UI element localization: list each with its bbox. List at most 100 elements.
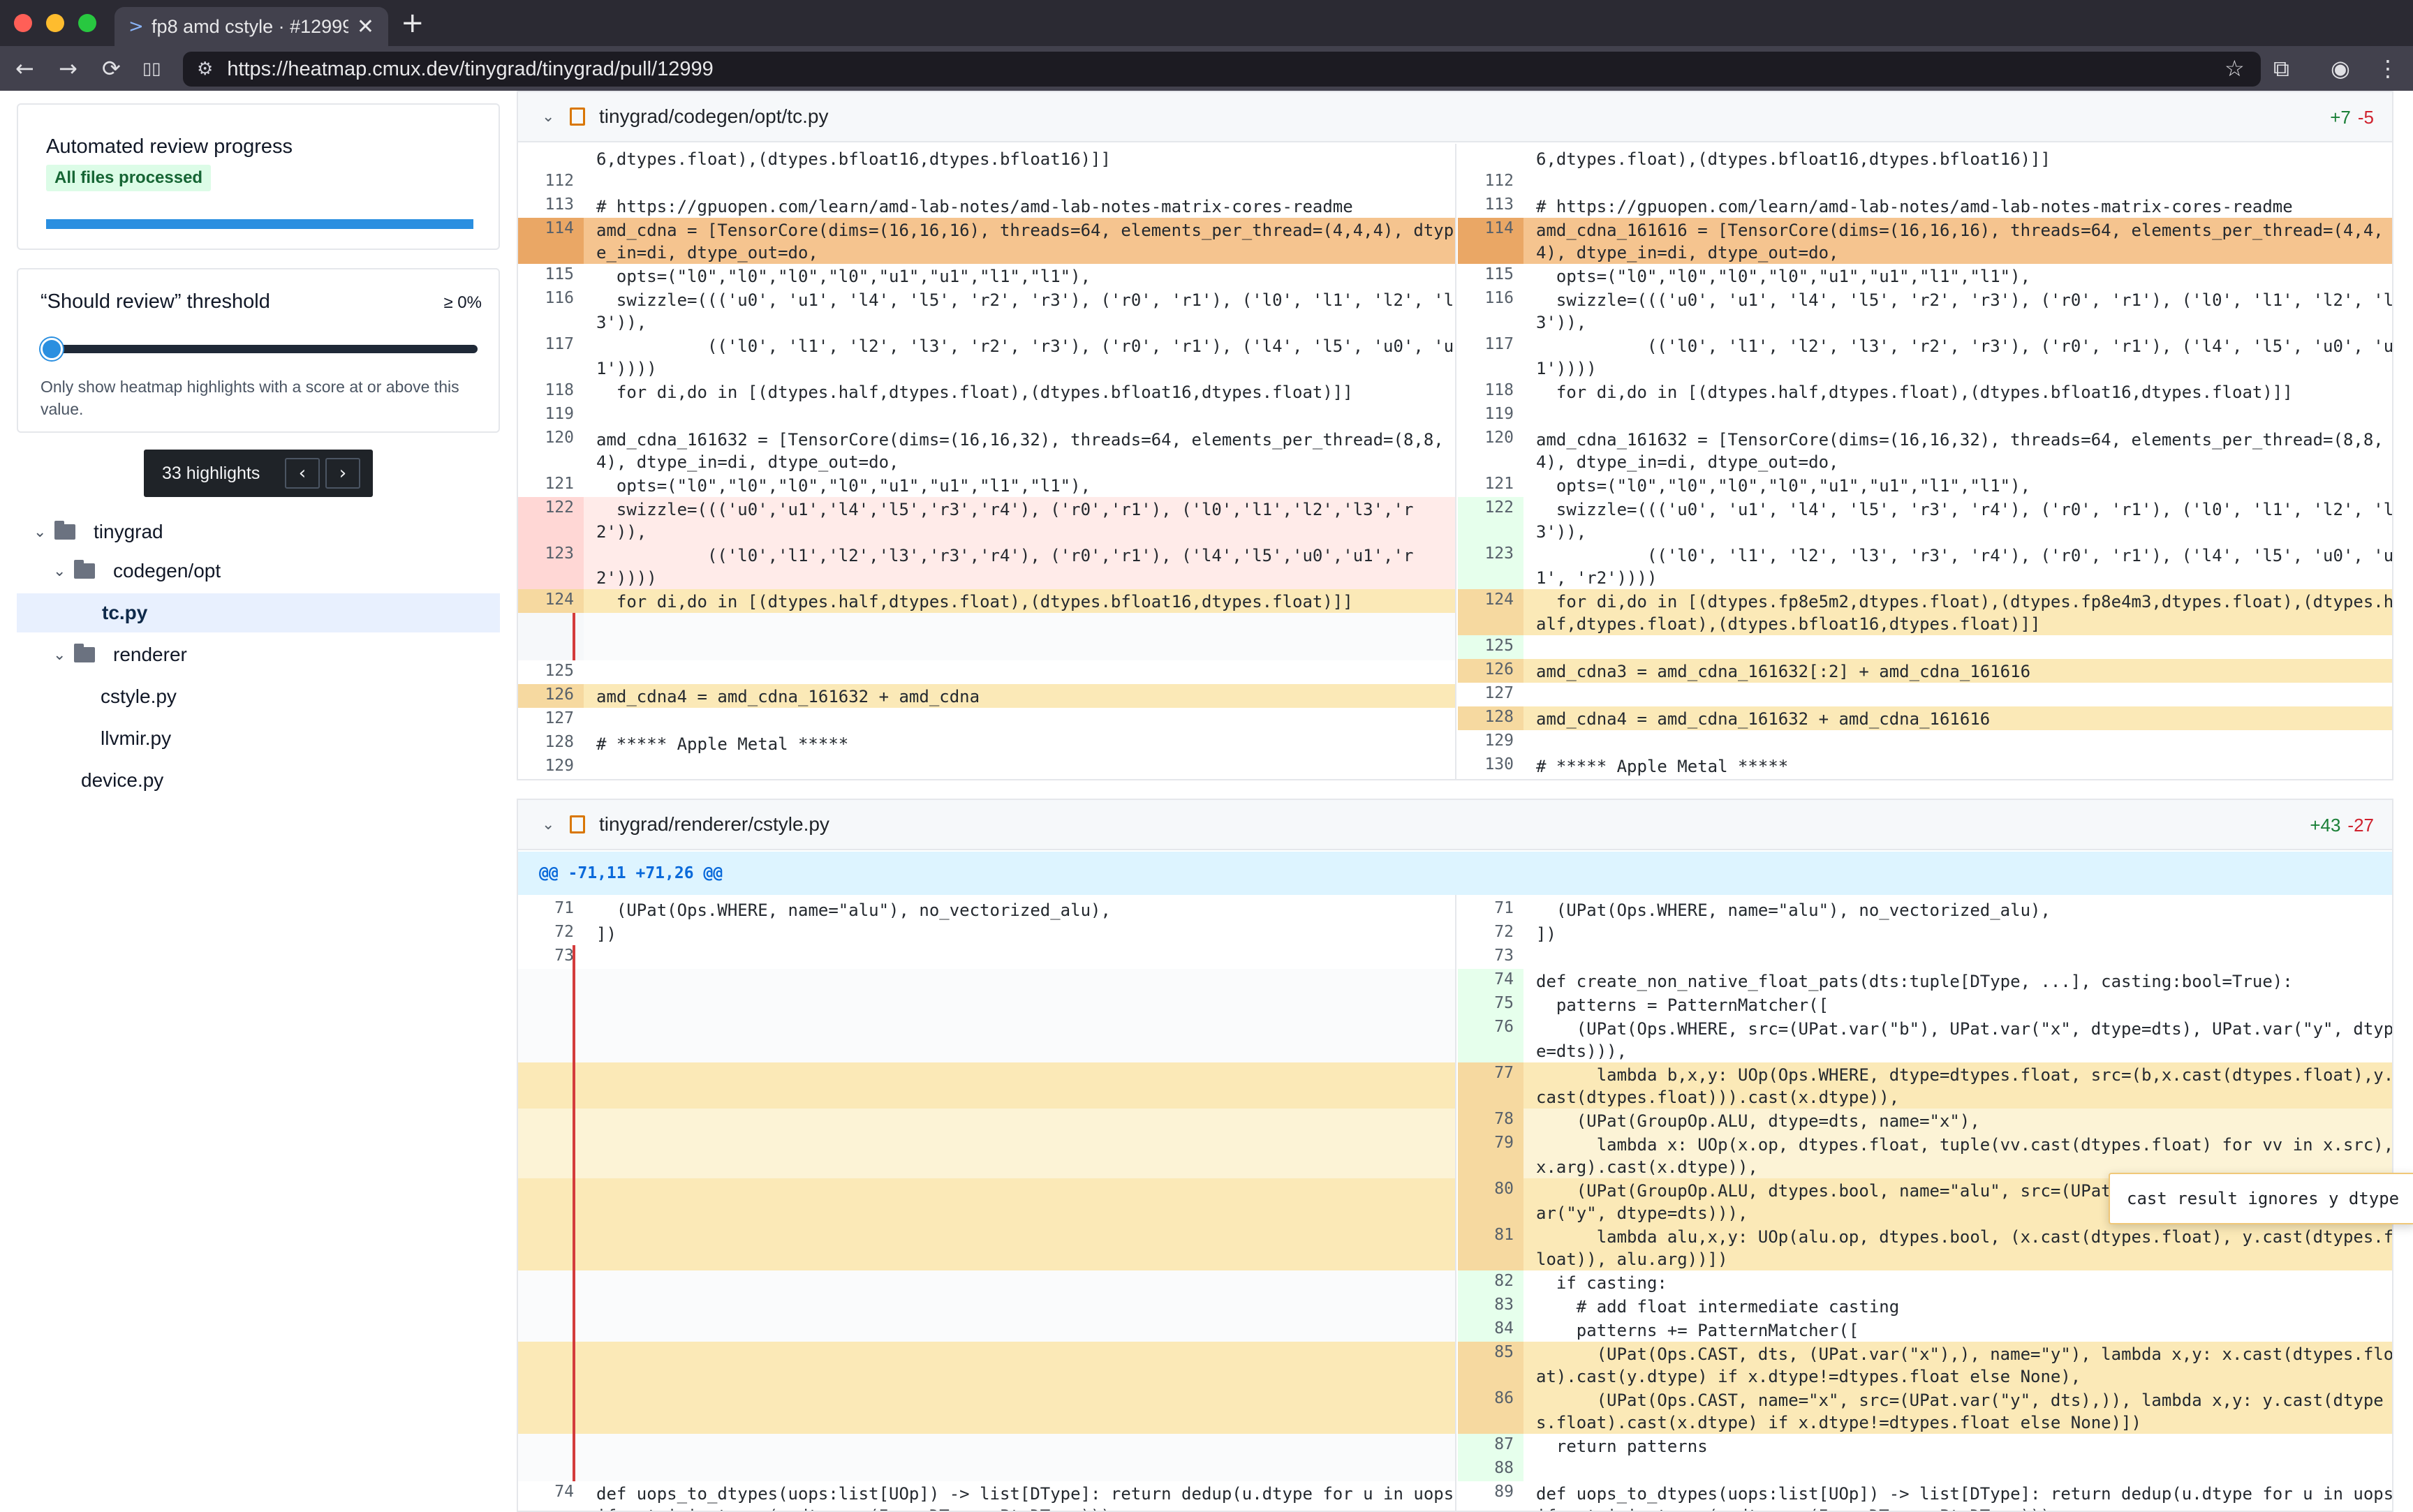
line-gutter: 122 xyxy=(1458,497,1523,543)
tree-folder-tinygrad[interactable]: ⌄ tinygrad xyxy=(17,512,500,551)
diff-line: 112 xyxy=(518,170,1455,194)
line-number: 128 xyxy=(1484,708,1514,726)
new-tab-button[interactable]: + xyxy=(401,7,425,39)
line-number: 112 xyxy=(545,172,574,190)
close-window-button[interactable] xyxy=(14,14,32,32)
code-text: patterns = PatternMatcher([ xyxy=(1536,995,1829,1015)
line-gutter: 73 xyxy=(1458,945,1523,969)
line-gutter: 115 xyxy=(518,264,584,288)
review-progress-card: Automated review progress All files proc… xyxy=(17,103,500,250)
empty-line xyxy=(518,1016,1455,1062)
code-text: for di,do in [(dtypes.half,dtypes.float)… xyxy=(596,383,1353,402)
diff-line: 71 (UPat(Ops.WHERE, name="alu"), no_vect… xyxy=(518,898,1455,921)
line-number: 119 xyxy=(1484,405,1514,423)
line-number: 112 xyxy=(1484,172,1514,190)
maximize-window-button[interactable] xyxy=(78,14,96,32)
line-gutter: 71 xyxy=(1458,898,1523,921)
code-text: def uops_to_dtypes(uops:list[UOp]) -> li… xyxy=(1536,1484,2393,1511)
file-header[interactable]: ⌄ tinygrad/codegen/opt/tc.py +7 -5 xyxy=(518,92,2392,142)
chevron-down-icon[interactable]: ⌄ xyxy=(542,108,570,126)
diff-line: 6,dtypes.float),(dtypes.bfloat16,dtypes.… xyxy=(518,147,1455,170)
tree-file-cstyle-py[interactable]: cstyle.py xyxy=(17,677,500,716)
browser-tab[interactable]: > fp8 amd cstyle · #12999 ✕ xyxy=(115,7,388,46)
removed-block-marker xyxy=(573,613,575,660)
menu-icon[interactable]: ⋮ xyxy=(2377,54,2399,82)
empty-line xyxy=(518,1318,1455,1342)
diff-line: 128 amd_cdna4 = amd_cdna_161632 + amd_cdn… xyxy=(1458,706,2392,730)
diff-line: 74 def uops_to_dtypes(uops:list[UOp]) -> … xyxy=(518,1481,1455,1511)
diff-line: 77 lambda b,x,y: UOp(Ops.WHERE, dtype=dt… xyxy=(1458,1062,2392,1109)
bookmark-star-icon[interactable]: ☆ xyxy=(2224,54,2245,82)
previous-highlight-button[interactable]: ‹ xyxy=(285,458,320,489)
diff-line: 129 xyxy=(518,755,1455,779)
code-text: (UPat(Ops.CAST, dts, (UPat.var("x"),), n… xyxy=(1536,1344,2393,1386)
line-gutter: 86 xyxy=(1458,1388,1523,1434)
threshold-slider-thumb[interactable] xyxy=(40,338,63,360)
diff-line: 119 xyxy=(1458,403,2392,427)
tree-file-llvmir-py[interactable]: llvmir.py xyxy=(17,719,500,758)
tree-file-device-py[interactable]: device.py xyxy=(17,761,500,800)
diff-line: 117 (('l0', 'l1', 'l2', 'l3', 'r2', 'r3'… xyxy=(1458,334,2392,380)
next-highlight-button[interactable]: › xyxy=(325,458,360,489)
tree-folder-codegen-opt[interactable]: ⌄ codegen/opt xyxy=(17,551,500,591)
address-bar[interactable]: ⚙ https://heatmap.cmux.dev/tinygrad/tiny… xyxy=(183,52,2261,87)
line-gutter: 118 xyxy=(1458,380,1523,403)
chevron-down-icon[interactable]: ⌄ xyxy=(542,816,570,833)
left-pane: 71 (UPat(Ops.WHERE, name="alu"), no_vect… xyxy=(518,895,1456,1511)
code-text: def create_non_native_float_pats(dts:tup… xyxy=(1536,972,2293,991)
diff-line: 116 swizzle=((('u0', 'u1', 'l4', 'l5', '… xyxy=(518,288,1455,334)
line-gutter: 89 xyxy=(1458,1481,1523,1511)
line-gutter: 120 xyxy=(518,427,584,473)
line-number: 116 xyxy=(1484,289,1514,307)
code-text: amd_cdna3 = amd_cdna_161632[:2] + amd_cd… xyxy=(1536,662,2031,681)
diff-line: 82 if casting: xyxy=(1458,1270,2392,1294)
hunk-header: @@ -71,11 +71,26 @@ xyxy=(518,852,2392,895)
forward-icon[interactable]: → xyxy=(59,54,78,82)
line-number: 117 xyxy=(545,335,574,353)
diff-stats: +7 -5 xyxy=(2330,92,2374,142)
line-number: 72 xyxy=(554,923,574,941)
site-info-icon[interactable]: ⚙ xyxy=(197,59,213,80)
additions-count: +43 xyxy=(2310,815,2341,836)
threshold-slider[interactable] xyxy=(45,345,478,353)
code-text: (UPat(Ops.WHERE, name="alu"), no_vectori… xyxy=(596,900,1111,920)
diff-line: 118 for di,do in [(dtypes.half,dtypes.fl… xyxy=(518,380,1455,403)
diff-line: 116 swizzle=((('u0', 'u1', 'l4', 'l5', '… xyxy=(1458,288,2392,334)
tree-folder-renderer[interactable]: ⌄ renderer xyxy=(17,635,500,674)
account-icon[interactable]: ◉ xyxy=(2331,54,2350,82)
browser-titlebar: > fp8 amd cstyle · #12999 ✕ + xyxy=(0,0,2413,46)
line-gutter: 78 xyxy=(1458,1109,1523,1132)
threshold-description: Only show heatmap highlights with a scor… xyxy=(40,378,459,418)
diff-line: 73 xyxy=(518,945,1455,969)
line-number: 129 xyxy=(1484,732,1514,750)
line-gutter: 115 xyxy=(1458,264,1523,288)
code-text: amd_cdna_161632 = [TensorCore(dims=(16,1… xyxy=(596,430,1444,472)
line-number: 89 xyxy=(1494,1483,1514,1501)
line-gutter: 113 xyxy=(518,194,584,218)
code-text: patterns += PatternMatcher([ xyxy=(1536,1321,1859,1340)
threshold-title: “Should review” threshold xyxy=(40,290,270,313)
reload-icon[interactable]: ⟳ xyxy=(102,54,121,82)
code-text: (('l0', 'l1', 'l2', 'l3', 'r2', 'r3'), (… xyxy=(596,336,1454,378)
minimize-window-button[interactable] xyxy=(46,14,64,32)
progress-bar-fill xyxy=(46,219,473,229)
browser-toolbar: ← → ⟳ ▯▯ ⚙ https://heatmap.cmux.dev/tiny… xyxy=(0,46,2413,91)
tree-file-tc-py[interactable]: tc.py xyxy=(17,593,500,632)
code-text: swizzle=((('u0', 'u1', 'l4', 'l5', 'r3',… xyxy=(1536,500,2393,542)
line-gutter: 85 xyxy=(1458,1342,1523,1388)
code-text: (('l0','l1','l2','l3','r3','r4'), ('r0',… xyxy=(596,546,1414,588)
empty-line xyxy=(518,1270,1455,1294)
reader-view-icon[interactable]: ▯▯ xyxy=(142,54,161,82)
line-gutter: 125 xyxy=(518,660,584,684)
extensions-icon[interactable]: ⧉ xyxy=(2273,54,2289,82)
diff-line: 119 xyxy=(518,403,1455,427)
line-gutter: 88 xyxy=(1458,1458,1523,1481)
close-tab-icon[interactable]: ✕ xyxy=(357,15,374,39)
line-gutter: 131 xyxy=(1458,778,1523,779)
folder-icon xyxy=(74,560,95,579)
line-number: 124 xyxy=(1484,591,1514,609)
back-icon[interactable]: ← xyxy=(15,54,34,82)
diff-line: 113 # https://gpuopen.com/learn/amd-lab-n… xyxy=(1458,194,2392,218)
file-header[interactable]: ⌄ tinygrad/renderer/cstyle.py +43 -27 xyxy=(518,800,2392,850)
diff-line: 120 amd_cdna_161632 = [TensorCore(dims=(1… xyxy=(1458,427,2392,473)
